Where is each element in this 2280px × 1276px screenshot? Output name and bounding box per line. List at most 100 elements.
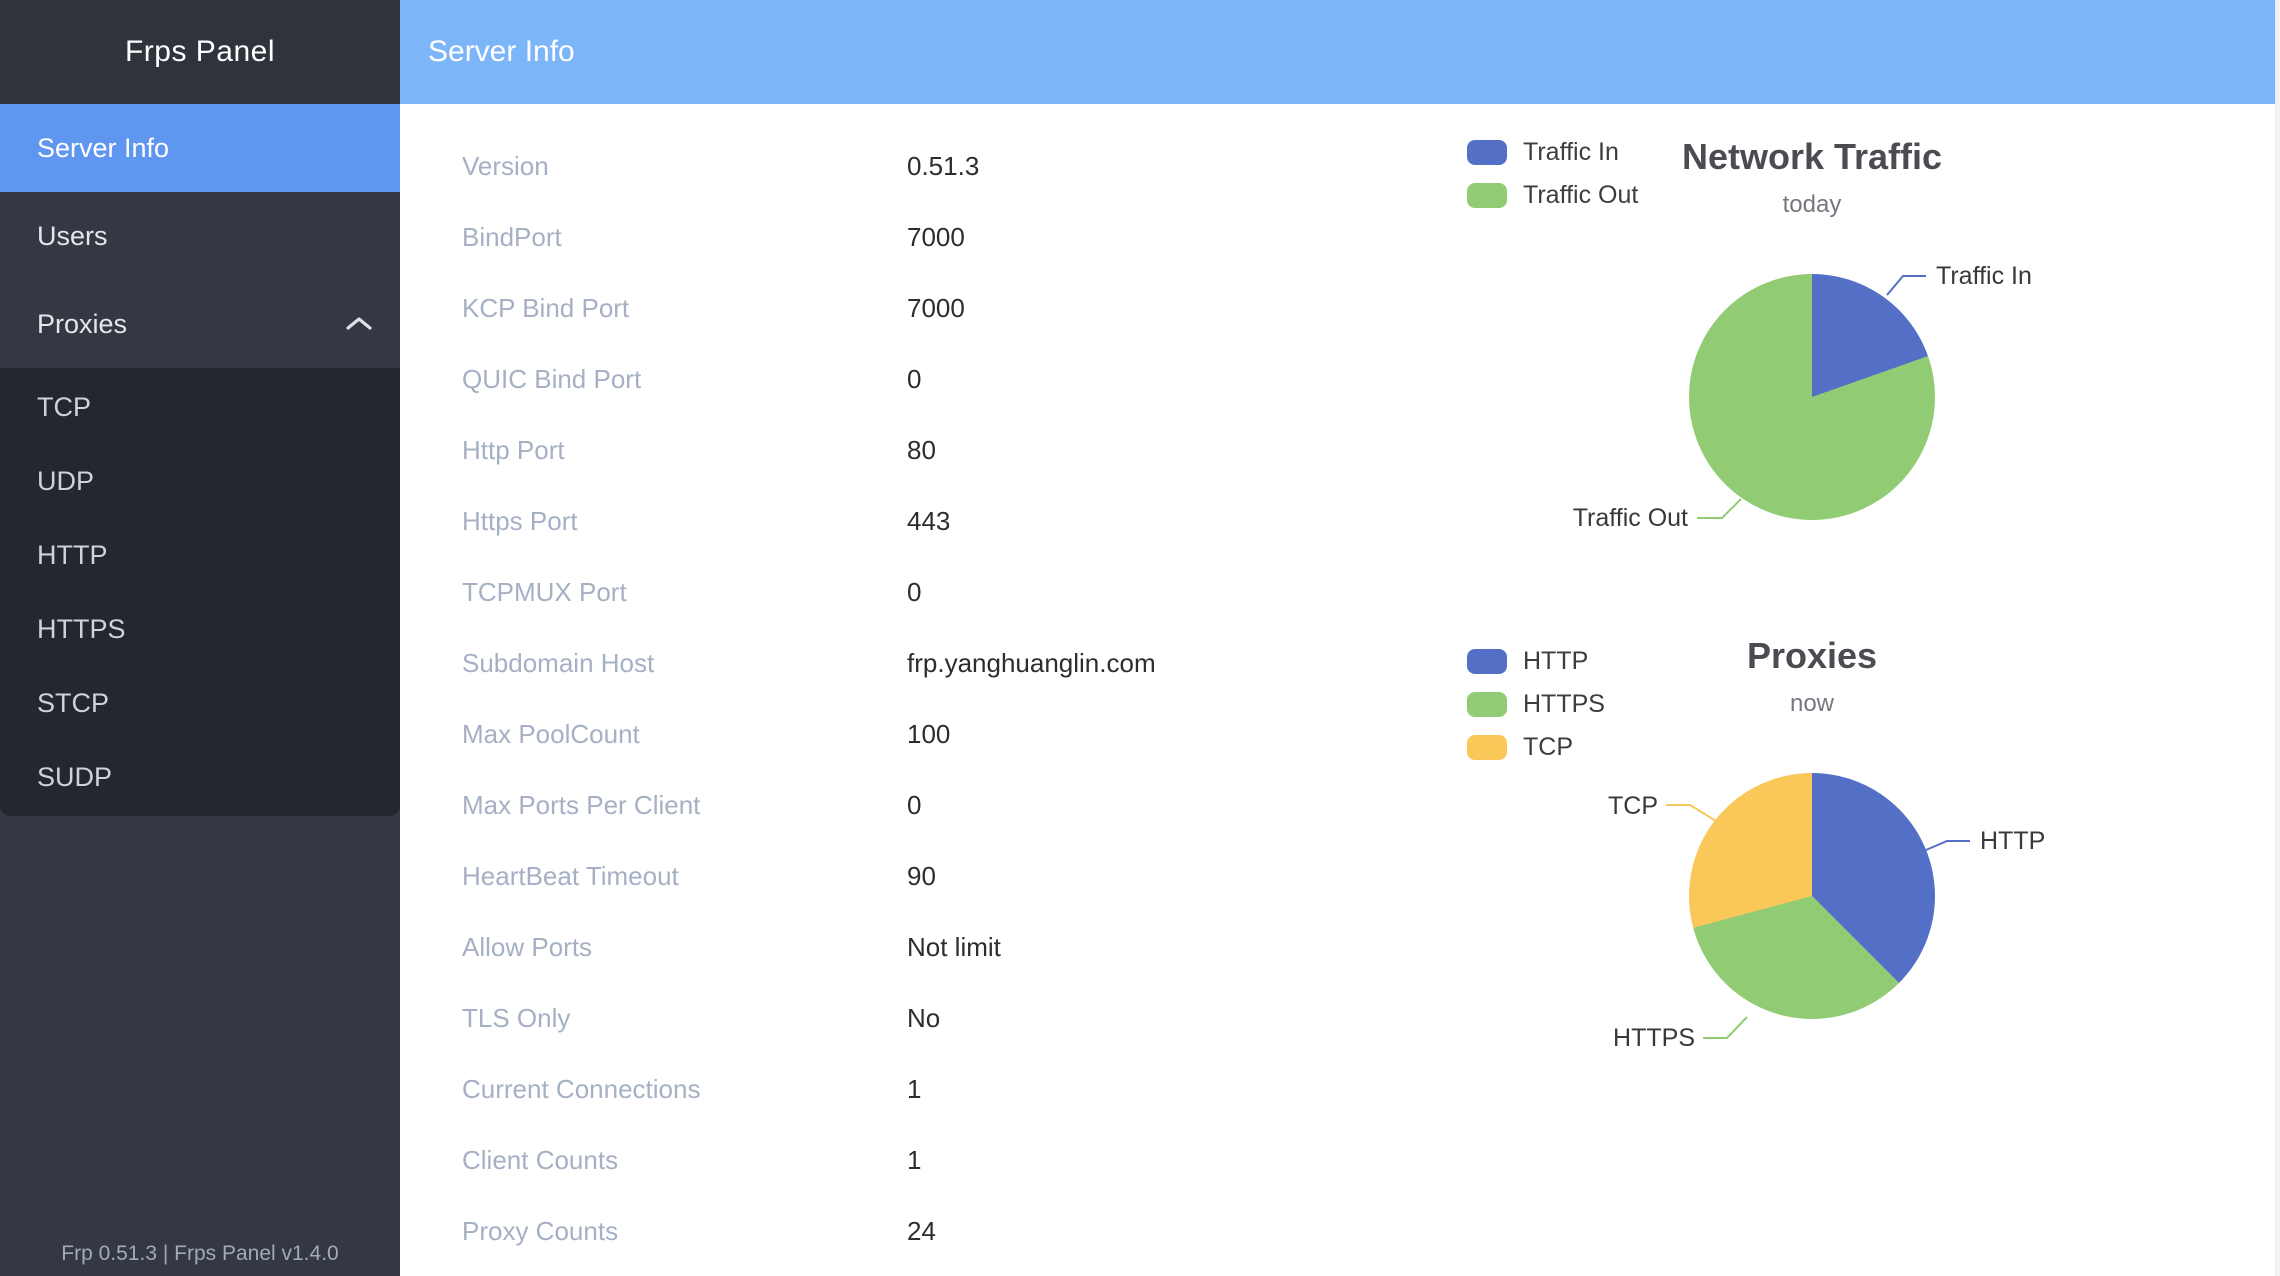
table-row: Version0.51.3 <box>462 131 1156 202</box>
sidebar-item-tcp[interactable]: TCP <box>0 370 400 444</box>
table-row: Current Connections1 <box>462 1054 1156 1125</box>
chevron-up-icon <box>344 315 374 333</box>
submenu-label: HTTPS <box>37 614 126 645</box>
submenu-label: STCP <box>37 688 109 719</box>
row-label: HeartBeat Timeout <box>462 861 907 892</box>
row-label: KCP Bind Port <box>462 293 907 324</box>
sidebar-item-label: Server Info <box>37 133 169 164</box>
row-label: Client Counts <box>462 1145 907 1176</box>
row-value: 0 <box>907 577 921 608</box>
chart-subtitle: now <box>1562 690 2062 718</box>
legend-label: TCP <box>1523 733 1573 762</box>
row-value: 24 <box>907 1216 936 1247</box>
legend-swatch-icon <box>1467 183 1507 208</box>
row-value: frp.yanghuanglin.com <box>907 648 1156 679</box>
row-label: TCPMUX Port <box>462 577 907 608</box>
row-label: Allow Ports <box>462 932 907 963</box>
table-row: Client Counts1 <box>462 1125 1156 1196</box>
row-label: BindPort <box>462 222 907 253</box>
submenu-label: UDP <box>37 466 94 497</box>
scrollbar[interactable] <box>2275 0 2280 1276</box>
row-value: 0 <box>907 790 921 821</box>
version-footer: Frp 0.51.3 | Frps Panel v1.4.0 <box>0 1242 400 1266</box>
proxies-submenu: TCP UDP HTTP HTTPS STCP SUDP <box>0 368 400 816</box>
table-row: Proxy Counts24 <box>462 1196 1156 1267</box>
pie-slice-label: Traffic In <box>1936 262 2032 291</box>
row-label: Max PoolCount <box>462 719 907 750</box>
sidebar-item-sudp[interactable]: SUDP <box>0 740 400 814</box>
row-value: 7000 <box>907 222 965 253</box>
table-row: Max Ports Per Client0 <box>462 770 1156 841</box>
proxies-titlebox: Proxies now <box>1562 635 2062 718</box>
legend-swatch-icon <box>1467 140 1507 165</box>
network-traffic-titlebox: Network Traffic today <box>1562 136 2062 219</box>
sidebar-item-label: Users <box>37 221 108 252</box>
row-label: Max Ports Per Client <box>462 790 907 821</box>
table-row: TLS OnlyNo <box>462 983 1156 1054</box>
table-row: BindPort7000 <box>462 202 1156 273</box>
table-row: Https Port443 <box>462 486 1156 557</box>
table-row: Subdomain Hostfrp.yanghuanglin.com <box>462 628 1156 699</box>
row-value: 7000 <box>907 293 965 324</box>
connector-https <box>1703 1017 1747 1038</box>
sidebar-item-http[interactable]: HTTP <box>0 518 400 592</box>
submenu-label: TCP <box>37 392 91 423</box>
sidebar-item-https[interactable]: HTTPS <box>0 592 400 666</box>
row-value: 1 <box>907 1074 921 1105</box>
app-title: Frps Panel <box>125 35 275 69</box>
table-row: TCPMUX Port0 <box>462 557 1156 628</box>
legend-swatch-icon <box>1467 735 1507 760</box>
row-value: Not limit <box>907 932 1001 963</box>
table-row: Http Port80 <box>462 415 1156 486</box>
connector-tcp <box>1666 805 1716 821</box>
row-value: 0.51.3 <box>907 151 979 182</box>
row-label: Current Connections <box>462 1074 907 1105</box>
connector-traffic-in <box>1887 276 1926 295</box>
sidebar: Frps Panel Server Info Users Proxies TCP… <box>0 0 400 1276</box>
row-label: Version <box>462 151 907 182</box>
submenu-label: SUDP <box>37 762 112 793</box>
table-row: Allow PortsNot limit <box>462 912 1156 983</box>
sidebar-item-stcp[interactable]: STCP <box>0 666 400 740</box>
chart-subtitle: today <box>1562 191 2062 219</box>
legend-swatch-icon <box>1467 692 1507 717</box>
sidebar-menu: Server Info Users Proxies TCP UDP HTTP H… <box>0 104 400 816</box>
submenu-label: HTTP <box>37 540 108 571</box>
sidebar-item-server-info[interactable]: Server Info <box>0 104 400 192</box>
row-label: Http Port <box>462 435 907 466</box>
pie-slice-label: Traffic Out <box>1438 504 1688 533</box>
network-traffic-pie <box>1689 274 1935 520</box>
pie-slice-label: TCP <box>1408 792 1658 821</box>
row-value: 0 <box>907 364 921 395</box>
sidebar-item-proxies[interactable]: Proxies <box>0 280 400 368</box>
row-value: No <box>907 1003 940 1034</box>
chart-title: Proxies <box>1562 635 2062 677</box>
row-label: QUIC Bind Port <box>462 364 907 395</box>
server-info-content: Version0.51.3 BindPort7000 KCP Bind Port… <box>400 104 2280 1276</box>
sidebar-item-users[interactable]: Users <box>0 192 400 280</box>
row-value: 80 <box>907 435 936 466</box>
row-label: Https Port <box>462 506 907 537</box>
legend-swatch-icon <box>1467 649 1507 674</box>
table-row: QUIC Bind Port0 <box>462 344 1156 415</box>
main-area: Server Info Version0.51.3 BindPort7000 K… <box>400 0 2280 1276</box>
sidebar-header: Frps Panel <box>0 0 400 104</box>
page-title: Server Info <box>428 35 575 69</box>
row-value: 1 <box>907 1145 921 1176</box>
server-info-list: Version0.51.3 BindPort7000 KCP Bind Port… <box>462 131 1156 1267</box>
row-value: 443 <box>907 506 950 537</box>
pie-slice-label: HTTP <box>1980 827 2045 856</box>
connector-http <box>1926 841 1970 850</box>
table-row: Max PoolCount100 <box>462 699 1156 770</box>
row-value: 90 <box>907 861 936 892</box>
legend-item-tcp[interactable]: TCP <box>1467 726 1605 769</box>
row-label: Proxy Counts <box>462 1216 907 1247</box>
row-label: TLS Only <box>462 1003 907 1034</box>
proxies-pie <box>1689 773 1935 1019</box>
table-row: KCP Bind Port7000 <box>462 273 1156 344</box>
row-value: 100 <box>907 719 950 750</box>
connector-traffic-out <box>1697 499 1741 518</box>
sidebar-item-udp[interactable]: UDP <box>0 444 400 518</box>
page-header: Server Info <box>400 0 2280 104</box>
pie-slice-label: HTTPS <box>1445 1024 1695 1053</box>
